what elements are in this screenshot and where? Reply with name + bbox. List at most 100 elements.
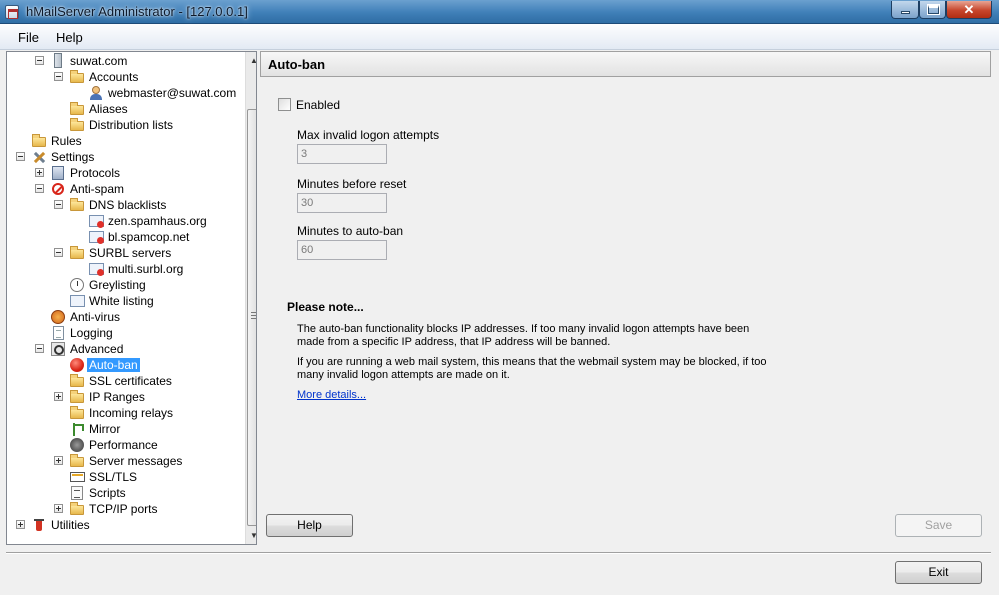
tree-item-label: SURBL servers	[89, 246, 172, 260]
navigation-tree[interactable]: suwat.com Accounts webmaster@suwat.com A…	[6, 51, 257, 545]
help-button[interactable]: Help	[266, 514, 353, 537]
enabled-label[interactable]: Enabled	[296, 98, 340, 112]
tree-item-label: Anti-virus	[70, 310, 121, 324]
folder-icon	[69, 101, 85, 117]
footer-divider	[6, 552, 991, 554]
folder-icon	[69, 501, 85, 517]
collapse-icon[interactable]	[54, 200, 63, 209]
tree-item-tcp-ip-ports[interactable]: TCP/IP ports	[7, 501, 243, 517]
collapse-icon[interactable]	[16, 152, 25, 161]
tree-item-suwat-com[interactable]: suwat.com	[7, 53, 243, 69]
user-icon	[88, 85, 104, 101]
folder-icon	[69, 389, 85, 405]
tree-item-dns-blacklists[interactable]: DNS blacklists	[7, 197, 243, 213]
tree-item-settings[interactable]: Settings	[7, 149, 243, 165]
tree-item-ssl-tls[interactable]: SSL/TLS	[7, 469, 243, 485]
tree-item-ip-ranges[interactable]: IP Ranges	[7, 389, 243, 405]
enabled-checkbox[interactable]	[278, 98, 291, 111]
tree-item-utilities[interactable]: Utilities	[7, 517, 243, 533]
expand-icon[interactable]	[35, 168, 44, 177]
tree-item-auto-ban[interactable]: Auto-ban	[7, 357, 243, 373]
tree-item-rules[interactable]: Rules	[7, 133, 243, 149]
tree-scrollbar[interactable]: ▲ ▼	[245, 52, 256, 544]
scripts-icon	[69, 485, 85, 501]
tree-item-label: suwat.com	[70, 54, 128, 68]
tree-item-mirror[interactable]: Mirror	[7, 421, 243, 437]
tree-item-surbl-servers[interactable]: SURBL servers	[7, 245, 243, 261]
collapse-icon[interactable]	[54, 72, 63, 81]
tree-item-label: Aliases	[89, 102, 128, 116]
scroll-up-icon[interactable]: ▲	[246, 52, 256, 69]
tree-item-webmaster[interactable]: webmaster@suwat.com	[7, 85, 243, 101]
tree-item-accounts[interactable]: Accounts	[7, 69, 243, 85]
expand-icon[interactable]	[54, 456, 63, 465]
performance-icon	[69, 437, 85, 453]
tree-item-advanced[interactable]: Advanced	[7, 341, 243, 357]
tree-item-performance[interactable]: Performance	[7, 437, 243, 453]
whitelist-icon	[69, 293, 85, 309]
minimize-button[interactable]	[891, 1, 919, 19]
maximize-button[interactable]	[919, 1, 946, 19]
scroll-down-icon[interactable]: ▼	[246, 527, 256, 544]
collapse-icon[interactable]	[54, 248, 63, 257]
minutes-to-auto-ban-input[interactable]: 60	[297, 240, 387, 260]
tree-item-anti-virus[interactable]: Anti-virus	[7, 309, 243, 325]
tree-item-label: Settings	[51, 150, 95, 164]
exit-button[interactable]: Exit	[895, 561, 982, 584]
collapse-icon[interactable]	[35, 344, 44, 353]
expand-icon[interactable]	[54, 392, 63, 401]
blacklist-icon	[88, 261, 104, 277]
server-icon	[50, 53, 66, 69]
more-details-link[interactable]: More details...	[297, 389, 366, 401]
mirror-icon	[69, 421, 85, 437]
tree-item-incoming-relays[interactable]: Incoming relays	[7, 405, 243, 421]
folder-icon	[69, 453, 85, 469]
protocols-icon	[50, 165, 66, 181]
tree-item-label: IP Ranges	[89, 390, 145, 404]
collapse-icon[interactable]	[35, 184, 44, 193]
tree-item-bl-spamcop[interactable]: bl.spamcop.net	[7, 229, 243, 245]
tree-item-distribution-lists[interactable]: Distribution lists	[7, 117, 243, 133]
utilities-icon	[31, 517, 47, 533]
menu-help[interactable]: Help	[56, 30, 83, 45]
tree-item-label: Mirror	[89, 422, 121, 436]
tree-item-zen-spamhaus[interactable]: zen.spamhaus.org	[7, 213, 243, 229]
tree-item-label: Auto-ban	[87, 358, 140, 372]
advanced-icon	[50, 341, 66, 357]
tree-item-label: Protocols	[70, 166, 121, 180]
tree-item-white-listing[interactable]: White listing	[7, 293, 243, 309]
tree-item-label: SSL/TLS	[89, 470, 138, 484]
scrollbar-thumb[interactable]	[247, 109, 256, 526]
expand-icon[interactable]	[16, 520, 25, 529]
max-invalid-logon-input[interactable]: 3	[297, 144, 387, 164]
note-paragraph-2: If you are running a web mail system, th…	[297, 356, 767, 381]
close-button[interactable]: ✕	[946, 1, 992, 19]
tree-item-multi-surbl[interactable]: multi.surbl.org	[7, 261, 243, 277]
folder-icon	[31, 133, 47, 149]
note-paragraph-1: The auto-ban functionality blocks IP add…	[297, 323, 750, 348]
minutes-before-reset-input[interactable]: 30	[297, 193, 387, 213]
tree-item-ssl-certificates[interactable]: SSL certificates	[7, 373, 243, 389]
tree-item-anti-spam[interactable]: Anti-spam	[7, 181, 243, 197]
tree-item-scripts[interactable]: Scripts	[7, 485, 243, 501]
expand-icon[interactable]	[54, 504, 63, 513]
tree-item-label: Utilities	[51, 518, 90, 532]
menu-file[interactable]: File	[18, 30, 39, 45]
tree-item-greylisting[interactable]: Greylisting	[7, 277, 243, 293]
tree-item-label: webmaster@suwat.com	[108, 86, 237, 100]
tree-item-protocols[interactable]: Protocols	[7, 165, 243, 181]
tree-item-label: Distribution lists	[89, 118, 174, 132]
save-button[interactable]: Save	[895, 514, 982, 537]
tree-item-logging[interactable]: Logging	[7, 325, 243, 341]
tree-item-aliases[interactable]: Aliases	[7, 101, 243, 117]
tree-item-server-messages[interactable]: Server messages	[7, 453, 243, 469]
grip-icon	[251, 312, 256, 319]
title-bar[interactable]: hMailServer Administrator - [127.0.0.1] …	[0, 0, 999, 24]
tree-item-label: DNS blacklists	[89, 198, 167, 212]
auto-ban-icon	[69, 357, 85, 373]
tree-item-label: TCP/IP ports	[89, 502, 158, 516]
folder-icon	[69, 197, 85, 213]
collapse-icon[interactable]	[35, 56, 44, 65]
folder-icon	[69, 405, 85, 421]
minutes-to-auto-ban-label: Minutes to auto-ban	[297, 224, 404, 238]
